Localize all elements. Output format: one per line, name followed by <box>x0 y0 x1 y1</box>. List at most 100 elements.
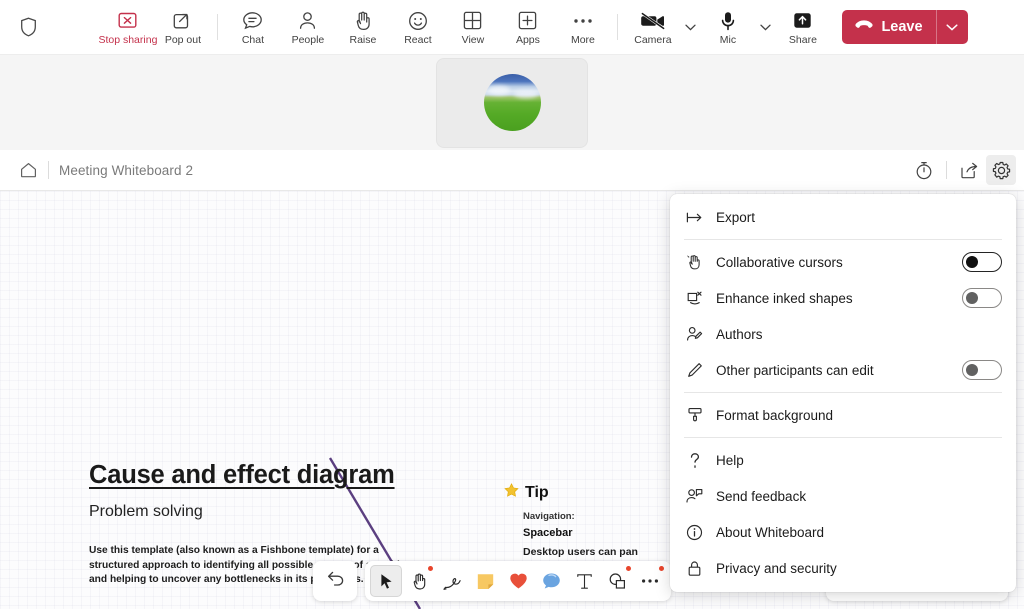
tip-heading: Tip <box>504 483 654 503</box>
people-button[interactable]: People <box>280 2 335 52</box>
react-label: React <box>404 33 432 46</box>
menu-label: Format background <box>716 407 834 423</box>
chat-icon <box>242 9 263 33</box>
more-button[interactable]: More <box>555 2 610 52</box>
stop-sharing-icon <box>118 9 137 33</box>
undo-button[interactable] <box>313 561 357 601</box>
home-icon[interactable] <box>14 156 42 184</box>
divider <box>617 14 619 40</box>
other-participants-can-edit-toggle[interactable] <box>962 360 1002 380</box>
pencil-icon <box>686 362 703 379</box>
format-background-icon <box>686 407 703 424</box>
feedback-icon <box>686 488 703 505</box>
menu-item-other-participants-can-edit[interactable]: Other participants can edit <box>670 352 1016 388</box>
authors-icon <box>686 326 703 343</box>
leave-button-group[interactable]: Leave <box>842 10 968 44</box>
timer-icon[interactable] <box>909 155 939 185</box>
react-button[interactable]: React <box>390 2 445 52</box>
chat-button[interactable]: Chat <box>225 2 280 52</box>
menu-label: Enhance inked shapes <box>716 290 853 306</box>
view-button[interactable]: View <box>445 2 500 52</box>
mic-icon <box>720 9 736 33</box>
menu-label: Collaborative cursors <box>716 254 843 270</box>
menu-divider <box>684 392 1002 393</box>
menu-label: Other participants can edit <box>716 362 874 378</box>
camera-button[interactable]: Camera <box>625 2 680 52</box>
meeting-controls: Stop sharing Pop out Chat People Raise R… <box>56 2 1024 52</box>
mic-label: Mic <box>719 33 737 46</box>
share-icon[interactable] <box>954 155 984 185</box>
apps-button[interactable]: Apps <box>500 2 555 52</box>
reaction-tool[interactable] <box>502 565 534 597</box>
menu-item-about-whiteboard[interactable]: About Whiteboard <box>670 514 1016 550</box>
mic-options-caret[interactable] <box>755 10 775 44</box>
participant-tile[interactable] <box>437 58 587 147</box>
apps-icon <box>518 9 537 33</box>
pop-out-icon <box>173 9 192 33</box>
stop-sharing-button[interactable]: Stop sharing <box>98 2 158 52</box>
collaborative-cursors-toggle[interactable] <box>962 252 1002 272</box>
menu-item-enhance-inked-shapes[interactable]: Enhance inked shapes <box>670 280 1016 316</box>
menu-label: Send feedback <box>716 488 807 504</box>
menu-item-send-feedback[interactable]: Send feedback <box>670 478 1016 514</box>
text-tool[interactable] <box>568 565 600 597</box>
new-badge <box>659 566 664 571</box>
share-screen-icon <box>793 9 812 33</box>
shapes-tool[interactable] <box>601 565 633 597</box>
new-badge <box>428 566 433 571</box>
menu-item-privacy-and-security[interactable]: Privacy and security <box>670 550 1016 586</box>
people-label: People <box>291 33 325 46</box>
raise-hand-label: Raise <box>349 33 377 46</box>
cursor-hand-icon <box>686 254 703 271</box>
raise-hand-icon <box>354 9 372 33</box>
avatar <box>483 74 541 131</box>
enhance-inked-shapes-toggle[interactable] <box>962 288 1002 308</box>
view-label: View <box>461 33 485 46</box>
export-icon <box>686 209 703 226</box>
whiteboard-header-actions <box>909 155 1016 185</box>
menu-divider <box>684 437 1002 438</box>
share-button[interactable]: Share <box>775 2 830 52</box>
tip-nav-label: Navigation: <box>523 511 575 522</box>
menu-item-authors[interactable]: Authors <box>670 316 1016 352</box>
raise-hand-button[interactable]: Raise <box>335 2 390 52</box>
board-title: Cause and effect diagram <box>89 461 395 489</box>
menu-item-export[interactable]: Export <box>670 199 1016 235</box>
apps-label: Apps <box>515 33 540 46</box>
whiteboard-toolbar <box>365 561 671 601</box>
note-tool[interactable] <box>469 565 501 597</box>
pen-tool[interactable] <box>436 565 468 597</box>
lock-icon <box>686 560 703 577</box>
settings-menu: Export Collaborative cursors Enhance ink… <box>670 194 1016 592</box>
leave-button[interactable]: Leave <box>842 10 935 44</box>
pan-tool[interactable] <box>403 565 435 597</box>
menu-item-format-background[interactable]: Format background <box>670 397 1016 433</box>
menu-label: Export <box>716 209 756 225</box>
stop-sharing-label: Stop sharing <box>98 33 158 46</box>
camera-options-caret[interactable] <box>680 10 700 44</box>
leave-label: Leave <box>881 19 923 35</box>
gear-icon[interactable] <box>986 155 1016 185</box>
pop-out-button[interactable]: Pop out <box>155 2 210 52</box>
hang-up-icon <box>854 18 874 36</box>
menu-item-collaborative-cursors[interactable]: Collaborative cursors <box>670 244 1016 280</box>
menu-label: About Whiteboard <box>716 524 825 540</box>
menu-label: Help <box>716 452 744 468</box>
ink-shape-icon <box>686 290 703 307</box>
menu-item-help[interactable]: Help <box>670 442 1016 478</box>
chat-label: Chat <box>241 33 265 46</box>
shield-icon <box>0 17 56 37</box>
leave-options-caret[interactable] <box>937 10 968 44</box>
view-icon <box>463 9 482 33</box>
divider <box>946 161 947 179</box>
react-icon <box>408 9 428 33</box>
comment-tool[interactable] <box>535 565 567 597</box>
select-tool[interactable] <box>370 565 402 597</box>
share-label: Share <box>788 33 817 46</box>
tip-title: Tip <box>525 484 549 501</box>
mic-button[interactable]: Mic <box>700 2 755 52</box>
more-tools[interactable] <box>634 565 666 597</box>
more-icon <box>573 9 593 33</box>
menu-label: Authors <box>716 326 763 342</box>
undo-icon <box>326 570 345 592</box>
